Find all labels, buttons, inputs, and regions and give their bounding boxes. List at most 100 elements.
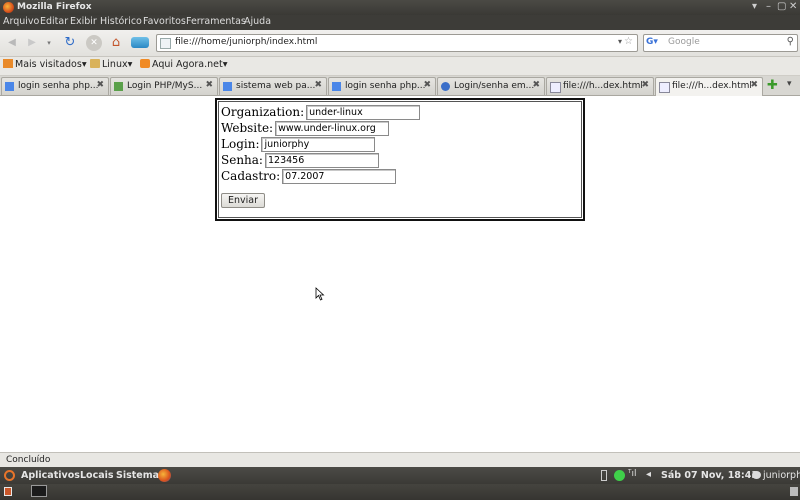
window-titlebar: Mozilla Firefox ▾ – ▢ ✕ [0,0,800,15]
volume-icon[interactable]: ◂ [646,469,651,480]
google-favicon [332,82,341,91]
organization-label: Organization: [221,105,305,119]
bookmark-mais-visitados[interactable]: Mais visitados▾ [3,59,87,70]
file-favicon [550,82,561,93]
window-title: Mozilla Firefox [17,2,92,12]
form-row-login: Login: [221,137,376,152]
new-tab-icon[interactable]: ✚ [767,78,778,93]
rss-icon [140,59,150,68]
menu-ferramentas[interactable]: Ferramentas [186,16,246,27]
tab-1[interactable]: login senha php... ✖ [1,77,109,95]
ubuntu-logo-icon[interactable] [4,470,15,481]
window-menu-icon[interactable]: ▾ [752,1,757,12]
cadastro-label: Cadastro: [221,169,281,183]
form-row-organization: Organization: [221,105,421,120]
google-favicon [5,82,14,91]
tab-bar: login senha php... ✖ Login PHP/MyS... ✖ … [0,76,800,96]
show-desktop-icon[interactable] [4,487,12,496]
site-favicon [114,82,123,91]
search-icon[interactable]: ⚲ [787,36,794,47]
url-text[interactable]: file:///home/juniorph/index.html [175,37,317,47]
tab-5[interactable]: Login/senha em... ✖ [437,77,545,95]
navigation-toolbar: ◀ ▶ ▾ ↻ ✕ ⌂ file:///home/juniorph/index.… [0,30,800,57]
url-dropdown-icon[interactable]: ▾ [618,37,622,46]
close-tab-icon[interactable]: ✖ [750,80,758,90]
close-tab-icon[interactable]: ✖ [532,80,540,90]
history-dropdown-icon[interactable]: ▾ [41,35,57,51]
form-row-website: Website: [221,121,390,136]
organization-input[interactable] [306,105,421,120]
site-favicon [441,82,450,91]
panel-menu-aplicativos[interactable]: Aplicativos [21,470,80,481]
back-icon[interactable]: ◀ [4,35,20,51]
chat-status-icon[interactable] [752,471,761,479]
search-placeholder[interactable]: Google [668,37,700,47]
senha-label: Senha: [221,153,263,167]
trash-icon[interactable] [790,487,798,496]
close-icon[interactable]: ✕ [789,1,797,12]
login-input[interactable] [261,137,376,152]
google-engine-icon[interactable]: G▾ [646,37,658,48]
forward-icon[interactable]: ▶ [24,35,40,51]
status-bar: Concluído [0,452,800,468]
menu-exibir[interactable]: Exibir [70,16,97,27]
form-row-cadastro: Cadastro: [221,169,397,184]
cadastro-input[interactable] [282,169,397,184]
chat-icon[interactable] [131,37,149,48]
panel-username[interactable]: juniorph [763,470,800,481]
panel-menu-sistema[interactable]: Sistema [116,470,159,481]
tab-4[interactable]: login senha php... ✖ [328,77,436,95]
clock[interactable]: Sáb 07 Nov, 18:43 [661,470,758,481]
close-tab-icon[interactable]: ✖ [96,80,104,90]
network-status-icon[interactable] [614,470,625,481]
search-bar[interactable]: G▾ Google ⚲ [643,34,798,52]
google-favicon [223,82,232,91]
firefox-launcher-icon[interactable] [158,469,171,482]
stop-icon[interactable]: ✕ [86,35,102,51]
minimize-icon[interactable]: – [766,1,771,12]
enviar-button[interactable]: Enviar [221,193,266,208]
gnome-panel: Aplicativos Locais Sistema ᵀıl ◂ Sáb 07 … [0,467,800,484]
tab-2[interactable]: Login PHP/MyS... ✖ [110,77,218,95]
tab-6[interactable]: file:///h...dex.html ✖ [546,77,654,95]
maximize-icon[interactable]: ▢ [777,1,786,12]
form-row-senha: Senha: [221,153,379,168]
firefox-icon [3,2,14,13]
bottom-panel [0,484,800,500]
form-inner-border: Organization: Website: Login: Senha: Cad… [218,101,582,218]
close-tab-icon[interactable]: ✖ [423,80,431,90]
terminal-icon[interactable] [31,485,47,497]
tab-3[interactable]: sistema web pa... ✖ [219,77,327,95]
home-icon[interactable]: ⌂ [108,35,124,51]
folder-icon [90,59,100,68]
status-text: Concluído [6,455,51,465]
registration-form: Organization: Website: Login: Senha: Cad… [215,98,585,221]
senha-input[interactable] [264,153,379,168]
menu-editar[interactable]: Editar [40,16,68,27]
menu-ajuda[interactable]: Ajuda [244,16,271,27]
close-tab-icon[interactable]: ✖ [314,80,322,90]
close-tab-icon[interactable]: ✖ [641,80,649,90]
url-bar[interactable]: file:///home/juniorph/index.html ▾ ☆ [156,34,638,52]
reload-icon[interactable]: ↻ [62,35,78,51]
website-label: Website: [221,121,274,135]
login-label: Login: [221,137,260,151]
panel-menu-locais[interactable]: Locais [80,470,114,481]
menu-arquivo[interactable]: Arquivo [3,16,39,27]
signal-icon[interactable]: ᵀıl [628,469,636,479]
bookmark-linux[interactable]: Linux▾ [90,59,132,70]
bookmark-star-icon[interactable]: ☆ [624,36,633,47]
battery-icon[interactable] [601,470,607,481]
mouse-cursor-icon [315,287,325,301]
menu-historico[interactable]: Histórico [100,16,142,27]
tab-list-icon[interactable]: ▾ [787,79,792,89]
close-tab-icon[interactable]: ✖ [205,80,213,90]
bookmarks-toolbar: Mais visitados▾ Linux▾ Aqui Agora.net▾ [0,57,800,76]
menu-favoritos[interactable]: Favoritos [143,16,186,27]
tab-7-active[interactable]: file:///h...dex.html ✖ [655,77,763,96]
site-identity-icon[interactable] [160,38,171,49]
bookmark-aqui-agora[interactable]: Aqui Agora.net▾ [140,59,228,70]
website-input[interactable] [275,121,390,136]
menu-bar: Arquivo Editar Exibir Histórico Favorito… [0,15,800,30]
file-favicon [659,82,670,93]
